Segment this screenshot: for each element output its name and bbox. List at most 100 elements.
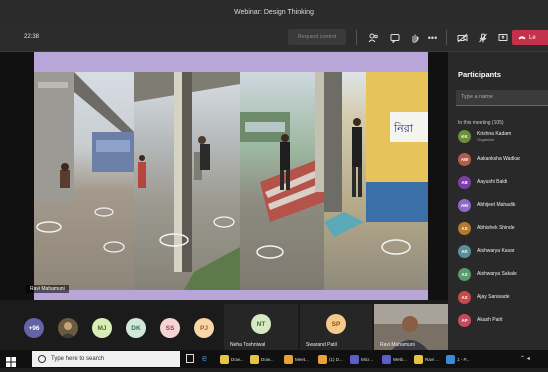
taskbar-app-button[interactable]: Micr... xyxy=(350,353,373,365)
app-label: Webi... xyxy=(393,356,407,362)
participant-name: Ajay Saravade xyxy=(477,294,510,300)
app-icon xyxy=(284,354,293,364)
leave-label: Le xyxy=(529,34,536,41)
hang-up-icon xyxy=(518,36,526,40)
participant-name: Abhijeet Mahadik xyxy=(477,202,516,208)
mic-off-icon[interactable] xyxy=(476,31,489,44)
participant-avatar: NT xyxy=(251,314,271,334)
video-tile[interactable]: NT Neha Toshniwal xyxy=(224,304,298,350)
participants-section-label: In this meeting (105) xyxy=(458,120,504,126)
request-control-button[interactable]: Request control xyxy=(288,29,346,45)
window-title-bar: Webinar: Design Thinking xyxy=(0,0,548,24)
leave-button[interactable]: Le xyxy=(512,30,548,45)
participant-avatar: AS xyxy=(458,221,471,235)
slide-photo-3 xyxy=(240,72,324,290)
participant-list-item[interactable]: AK Aishwarya Kasar xyxy=(458,243,515,259)
system-tray-icons[interactable]: ⌃ ◂ xyxy=(520,355,530,362)
participant-list-item[interactable]: KK Krishna Kadam Organizer xyxy=(458,128,511,144)
video-tile[interactable]: SP Swarand Patil xyxy=(300,304,372,350)
task-view-icon[interactable] xyxy=(186,354,194,363)
window-title: Webinar: Design Thinking xyxy=(234,8,314,16)
participant-name: Aishwarya Kasar xyxy=(477,248,515,254)
slide-photo-2 xyxy=(134,72,240,290)
app-icon xyxy=(250,354,259,364)
app-icon xyxy=(350,354,359,364)
slide-photo-4: নিরা xyxy=(324,72,428,290)
edge-browser-icon[interactable]: e xyxy=(202,353,207,363)
app-icon xyxy=(382,354,391,364)
participant-list-item[interactable]: AS Ajay Saravade xyxy=(458,289,510,305)
participant-list-item[interactable]: AS Abhishek Shinde xyxy=(458,220,515,236)
participant-name: Akash Parit xyxy=(477,317,503,323)
participants-panel: Participants Type a name In this meeting… xyxy=(448,52,548,350)
participant-avatar: AB xyxy=(458,175,471,189)
taskbar-app-button[interactable]: 1 - P... xyxy=(446,353,470,365)
taskbar-search-input[interactable]: Type here to search xyxy=(32,351,180,367)
app-label: Ravi ... xyxy=(425,356,440,362)
participant-avatar: SP xyxy=(326,314,346,334)
participant-list-item[interactable]: AM Abhijeet Mahadik xyxy=(458,197,515,213)
app-icon xyxy=(220,354,229,364)
participant-avatar: AW xyxy=(458,152,471,166)
app-label: Meet... xyxy=(295,356,309,362)
participant-name: Neha Toshniwal xyxy=(230,342,266,348)
more-participants-badge[interactable]: +96 xyxy=(24,318,44,338)
participant-name: Ravi Mahamuni xyxy=(380,342,415,348)
participant-avatar: AM xyxy=(458,198,471,212)
participant-avatar: AP xyxy=(458,313,471,327)
taskbar-app-button[interactable]: (1) D... xyxy=(318,353,343,365)
more-icon[interactable]: ••• xyxy=(426,31,439,44)
app-label: Dow... xyxy=(261,356,274,362)
participant-avatar[interactable]: SS xyxy=(160,318,180,338)
taskbar-app-button[interactable]: Ravi ... xyxy=(414,353,439,365)
app-label: Dow... xyxy=(231,356,244,362)
toolbar-divider xyxy=(356,30,357,45)
camera-off-icon[interactable] xyxy=(456,31,469,44)
participant-avatar[interactable]: MJ xyxy=(92,318,112,338)
participant-avatar[interactable]: PJ xyxy=(194,318,214,338)
participant-list-item[interactable]: AP Akash Parit xyxy=(458,312,503,328)
taskbar-app-button[interactable]: Dow... xyxy=(220,353,244,365)
participant-avatar: AS xyxy=(458,267,471,281)
svg-text:নিরা: নিরা xyxy=(393,122,414,135)
taskbar-search-placeholder: Type here to search xyxy=(51,356,105,362)
app-icon xyxy=(318,354,327,364)
participant-list-item[interactable]: AB Aayushi Baldi xyxy=(458,174,507,190)
presenter-name-label: Ravi Mahamuni xyxy=(26,285,69,293)
participants-search-input[interactable]: Type a name xyxy=(456,90,548,106)
participant-list-item[interactable]: AS Aishwarya Sakale xyxy=(458,266,517,282)
participant-name: Abhishek Shinde xyxy=(477,225,515,231)
participant-avatar[interactable]: DK xyxy=(126,318,146,338)
video-tile[interactable]: Ravi Mahamuni xyxy=(374,304,448,350)
participant-avatar: AS xyxy=(458,290,471,304)
taskbar-app-button[interactable]: Meet... xyxy=(284,353,309,365)
meeting-timer: 22:38 xyxy=(24,34,40,40)
participant-name: Swarand Patil xyxy=(306,342,337,348)
participants-icon[interactable] xyxy=(366,31,379,44)
taskbar-app-button[interactable]: Webi... xyxy=(382,353,407,365)
participant-role: Organizer xyxy=(477,136,495,142)
app-icon xyxy=(446,354,455,364)
meeting-toolbar: 22:38 Request control ••• Le xyxy=(0,24,548,52)
slide-photo-1 xyxy=(34,72,134,290)
chat-icon[interactable] xyxy=(388,31,401,44)
app-label: (1) D... xyxy=(329,356,343,362)
share-screen-icon[interactable] xyxy=(496,31,509,44)
app-icon xyxy=(414,354,423,364)
avatar-photo xyxy=(58,318,78,338)
windows-taskbar: Type here to search e Dow... Dow... Meet..… xyxy=(0,350,548,368)
windows-start-icon[interactable] xyxy=(6,354,16,367)
app-label: 1 - P... xyxy=(457,356,470,362)
raise-hand-icon[interactable] xyxy=(408,31,421,44)
app-label: Micr... xyxy=(361,356,373,362)
participant-name: Aishwarya Sakale xyxy=(477,271,517,277)
toolbar-divider xyxy=(446,30,447,45)
participant-strip: +96 MJ DK SS PJ NT Neha Toshniwal SP Swarand P… xyxy=(0,300,448,350)
participant-list-item[interactable]: AW Aakanksha Wadkar xyxy=(458,151,520,167)
participant-name: Aakanksha Wadkar xyxy=(477,156,521,162)
participant-name: Aayushi Baldi xyxy=(477,179,508,185)
taskbar-app-button[interactable]: Dow... xyxy=(250,353,274,365)
participants-title: Participants xyxy=(458,70,501,79)
participant-avatar: KK xyxy=(458,129,471,143)
search-icon xyxy=(38,355,46,363)
